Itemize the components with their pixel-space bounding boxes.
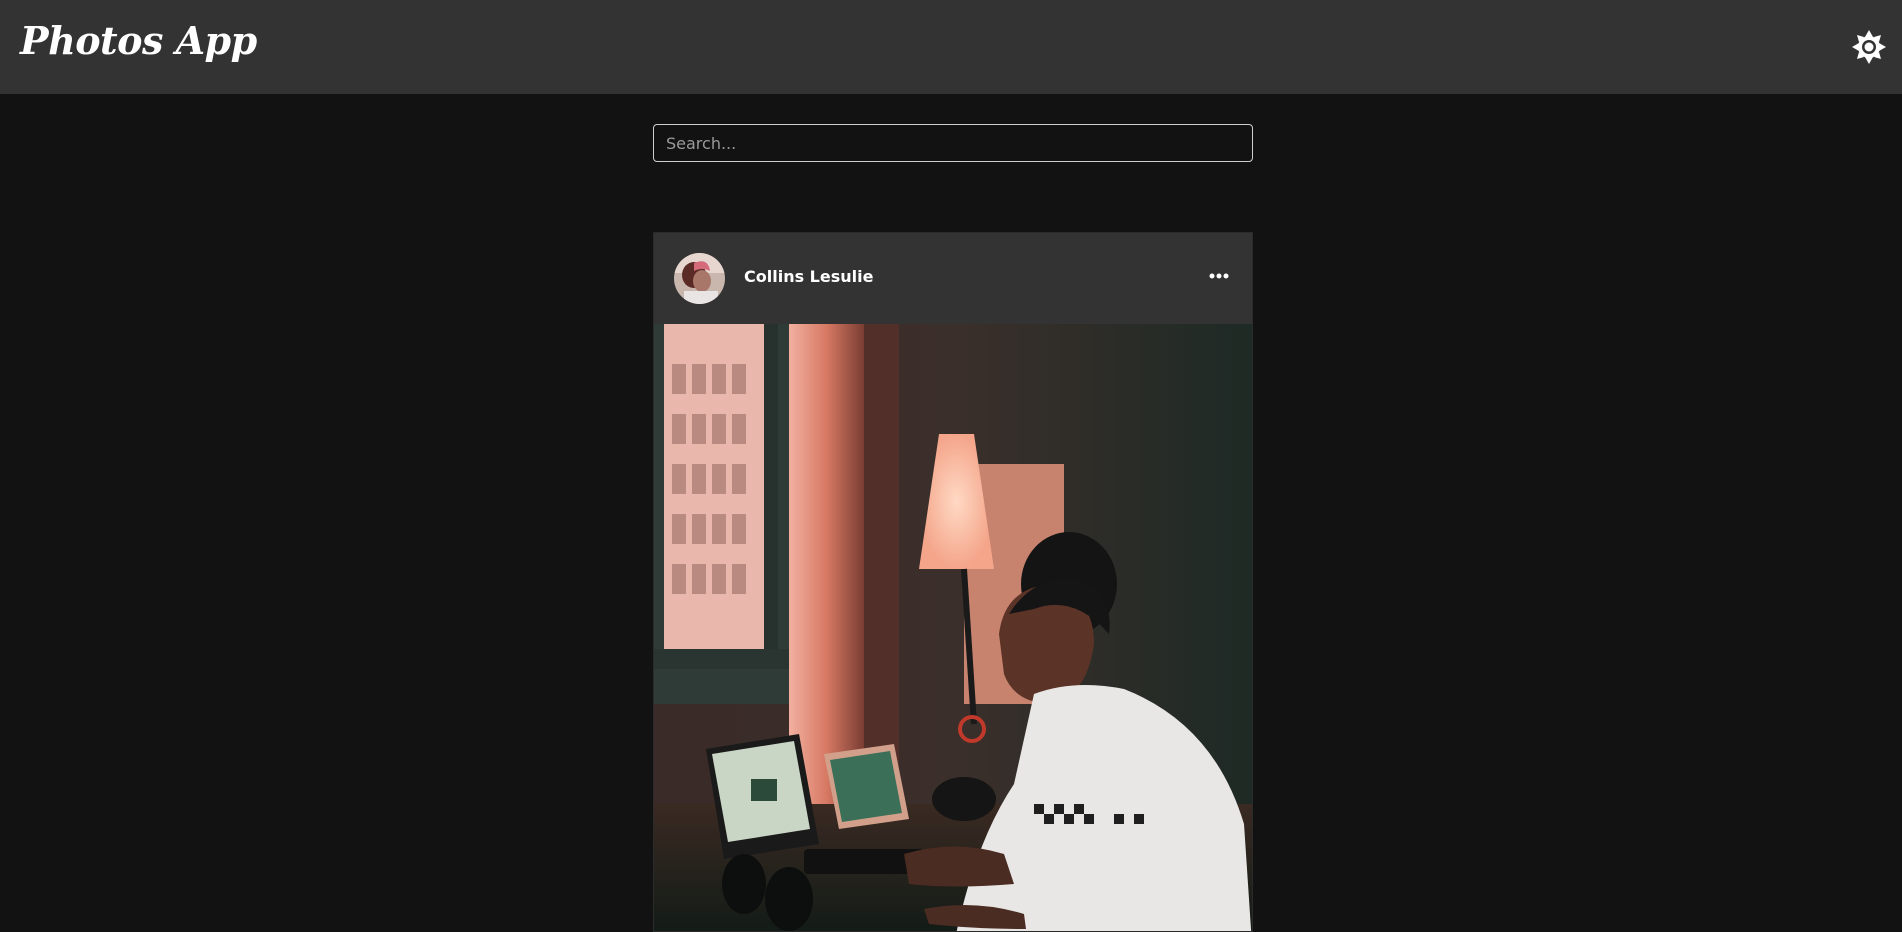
brightness-icon xyxy=(1852,30,1886,64)
theme-toggle-button[interactable] xyxy=(1850,28,1888,66)
search-input[interactable] xyxy=(653,124,1253,162)
post-card: Collins Lesulie xyxy=(653,232,1253,932)
more-horizontal-icon xyxy=(1209,273,1229,279)
post-photo[interactable] xyxy=(654,324,1252,932)
avatar-image xyxy=(674,253,725,304)
post-header: Collins Lesulie xyxy=(654,233,1252,324)
app-title[interactable]: Photos App xyxy=(20,18,257,63)
author-name[interactable]: Collins Lesulie xyxy=(744,267,873,286)
more-options-button[interactable] xyxy=(1206,263,1232,289)
avatar[interactable] xyxy=(674,253,725,304)
app-header: Photos App xyxy=(0,0,1902,94)
